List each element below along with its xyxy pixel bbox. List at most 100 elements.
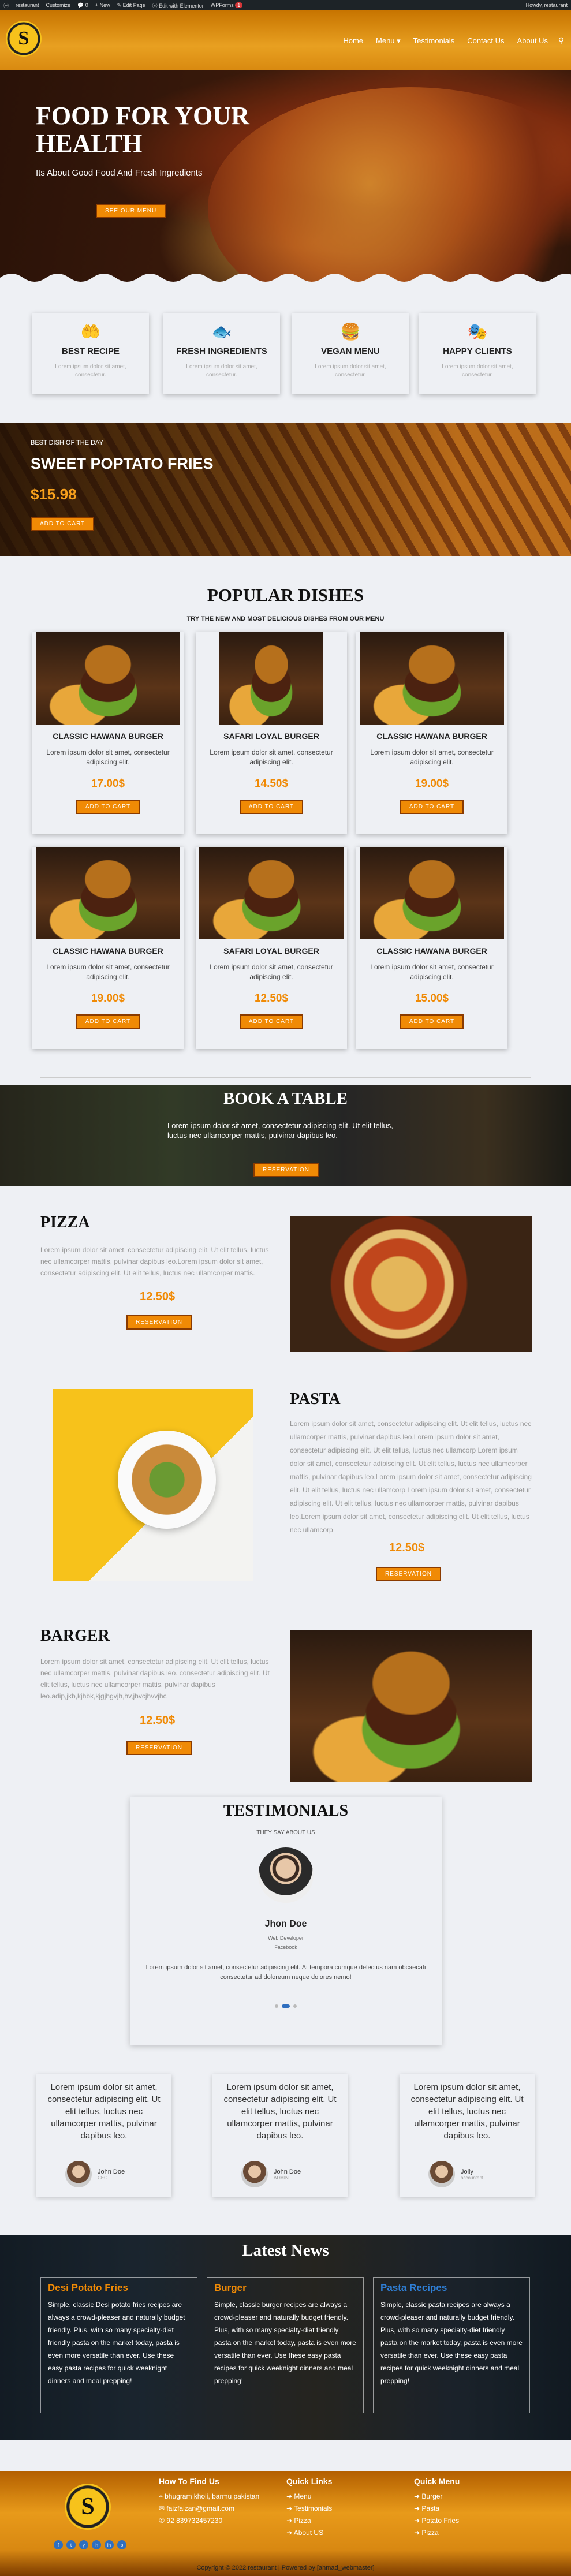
pasta-title: PASTA	[290, 1390, 341, 1408]
book-title: BOOK A TABLE	[223, 1089, 348, 1108]
admin-customize-link[interactable]: Customize	[46, 2, 71, 8]
avatar	[428, 2161, 455, 2187]
dish-card: SAFARI LOYAL BURGER Lorem ipsum dolor si…	[196, 847, 347, 1049]
pizza-image	[290, 1216, 532, 1352]
footer-quick-links: Quick Links ➜ Menu ➜ Testimonials ➜ Pizz…	[286, 2477, 332, 2539]
feature-fresh-ingredients: 🐟 FRESH INGREDIENTS Lorem ipsum dolor si…	[163, 313, 280, 394]
add-to-cart-button[interactable]: ADD TO CART	[76, 800, 140, 814]
facebook-icon[interactable]: f	[54, 2540, 63, 2549]
footer-link-label: Menu	[294, 2492, 312, 2500]
footer-menu-link[interactable]: ➜ Pizza	[414, 2527, 460, 2539]
news-card[interactable]: Burger Simple, classic burger recipes ar…	[207, 2277, 364, 2413]
search-icon[interactable]: ⚲	[558, 36, 564, 46]
dish-text: Lorem ipsum dolor sit amet, consectetur …	[370, 748, 494, 766]
site-logo[interactable]: S	[6, 21, 42, 57]
book-table-banner: BOOK A TABLE Lorem ipsum dolor sit amet,…	[0, 1085, 571, 1186]
footer-email-text: faizfaizan@gmail.com	[166, 2504, 234, 2512]
footer-email[interactable]: ✉ faizfaizan@gmail.com	[159, 2503, 259, 2515]
admin-edit-page-link[interactable]: ✎ Edit Page	[117, 2, 145, 9]
news-card[interactable]: Desi Potato Fries Simple, classic Desi p…	[40, 2277, 197, 2413]
footer-link[interactable]: ➜ About US	[286, 2527, 332, 2539]
pizza-reservation-button[interactable]: RESERVATION	[126, 1315, 192, 1330]
nav-testimonials[interactable]: Testimonials	[413, 36, 455, 46]
feature-text: Lorem ipsum dolor sit amet, consectetur.	[442, 364, 513, 378]
footer-address-text: bhugram kholi, barmu pakistan	[165, 2492, 260, 2500]
add-to-cart-button[interactable]: ADD TO CART	[239, 1014, 304, 1029]
linkedin-icon[interactable]: in	[92, 2540, 101, 2549]
admin-new-link[interactable]: + New	[95, 2, 110, 8]
promo-price: $15.98	[31, 486, 77, 503]
admin-elementor-link[interactable]: ⓔ Edit with Elementor	[152, 2, 204, 9]
news-card-title[interactable]: Pasta Recipes	[380, 2282, 523, 2294]
dish-price: 17.00$	[91, 778, 125, 790]
feature-vegan-menu: 🍔 VEGAN MENU Lorem ipsum dolor sit amet,…	[292, 313, 409, 394]
feature-title: VEGAN MENU	[321, 346, 380, 356]
footer-link[interactable]: ➜ Menu	[286, 2491, 332, 2503]
footer-link[interactable]: ➜ Pizza	[286, 2515, 332, 2527]
carousel-dot[interactable]	[293, 2004, 297, 2008]
dish-card: SAFARI LOYAL BURGER Lorem ipsum dolor si…	[196, 632, 347, 834]
hero-subtitle: Its About Good Food And Fresh Ingredient…	[36, 168, 203, 178]
avatar	[65, 2161, 92, 2187]
dish-price: 12.50$	[254, 992, 289, 1005]
admin-wpforms-link[interactable]: WPForms 1	[211, 2, 243, 8]
twitter-icon[interactable]: t	[66, 2540, 76, 2549]
carousel-dot-active[interactable]	[282, 2004, 290, 2008]
dish-name: CLASSIC HAWANA BURGER	[376, 731, 487, 741]
admin-elementor-label: Edit with Elementor	[159, 2, 204, 9]
wordpress-icon[interactable]: ⓦ	[3, 2, 9, 9]
news-card-title[interactable]: Burger	[214, 2282, 356, 2294]
dish-image	[360, 632, 504, 725]
pizza-price: 12.50$	[140, 1290, 176, 1303]
google-icon[interactable]: in	[105, 2540, 114, 2549]
carousel-dots	[130, 2004, 442, 2008]
footer-quick-menu: Quick Menu ➜ Burger ➜ Pasta ➜ Potato Fri…	[414, 2477, 460, 2539]
nav-menu[interactable]: Menu ▾	[376, 36, 401, 46]
dish-price: 19.00$	[415, 778, 449, 790]
youtube-icon[interactable]: y	[79, 2540, 88, 2549]
pasta-reservation-button[interactable]: RESERVATION	[376, 1567, 442, 1581]
admin-site-link[interactable]: restaurant	[16, 2, 39, 8]
footer-menu-link[interactable]: ➜ Burger	[414, 2491, 460, 2503]
admin-comments-link[interactable]: 💬 0	[77, 2, 88, 9]
barger-text: Lorem ipsum dolor sit amet, consectetur …	[40, 1657, 270, 1700]
dish-text: Lorem ipsum dolor sit amet, consectetur …	[46, 748, 170, 766]
testimonial-card: Lorem ipsum dolor sit amet, consectetur …	[36, 2074, 171, 2197]
news-card[interactable]: Pasta Recipes Simple, classic pasta reci…	[373, 2277, 530, 2413]
footer-menu-label: Pasta	[421, 2504, 440, 2512]
pasta-image	[53, 1389, 253, 1581]
barger-reservation-button[interactable]: RESERVATION	[126, 1741, 192, 1755]
add-to-cart-button[interactable]: ADD TO CART	[400, 1014, 464, 1029]
promo-add-to-cart-button[interactable]: ADD TO CART	[31, 517, 95, 531]
add-to-cart-button[interactable]: ADD TO CART	[239, 800, 304, 814]
dish-image	[360, 847, 504, 939]
admin-howdy-link[interactable]: Howdy, restaurant	[526, 2, 568, 8]
book-reservation-button[interactable]: RESERVATION	[253, 1163, 319, 1177]
footer-logo[interactable]: S	[65, 2484, 111, 2530]
admin-wpforms-badge: 1	[235, 2, 243, 8]
footer-menu-link[interactable]: ➜ Pasta	[414, 2503, 460, 2515]
barger-title: BARGER	[40, 1627, 110, 1645]
hero-banner: FOOD FOR YOUR HEALTH Its About Good Food…	[0, 70, 571, 285]
pinterest-icon[interactable]: p	[117, 2540, 126, 2549]
footer-menu-link[interactable]: ➜ Potato Fries	[414, 2515, 460, 2527]
testimonial-card-name: Jolly	[461, 2168, 474, 2175]
nav-contact[interactable]: Contact Us	[467, 36, 504, 46]
footer-link[interactable]: ➜ Testimonials	[286, 2503, 332, 2515]
footer-phone[interactable]: ✆ 92 839732457230	[159, 2515, 259, 2527]
site-footer: S f t y in in p How To Find Us ⌖ bhugram…	[0, 2471, 571, 2576]
nav-home[interactable]: Home	[343, 36, 363, 46]
fish-icon: 🐟	[211, 323, 232, 341]
add-to-cart-button[interactable]: ADD TO CART	[76, 1014, 140, 1029]
carousel-dot[interactable]	[275, 2004, 278, 2008]
hero-wave-divider	[0, 274, 571, 285]
main-nav: Home Menu ▾ Testimonials Contact Us Abou…	[343, 36, 548, 46]
dish-price: 15.00$	[415, 992, 449, 1005]
footer-menu-label: Burger	[421, 2492, 443, 2500]
nav-about[interactable]: About Us	[517, 36, 548, 46]
see-menu-button[interactable]: SEE OUR MENU	[96, 204, 166, 218]
add-to-cart-button[interactable]: ADD TO CART	[400, 800, 464, 814]
hand-heart-icon: 🤲	[80, 323, 101, 341]
testimonial-company: Facebook	[274, 1944, 297, 1950]
news-card-title[interactable]: Desi Potato Fries	[48, 2282, 190, 2294]
